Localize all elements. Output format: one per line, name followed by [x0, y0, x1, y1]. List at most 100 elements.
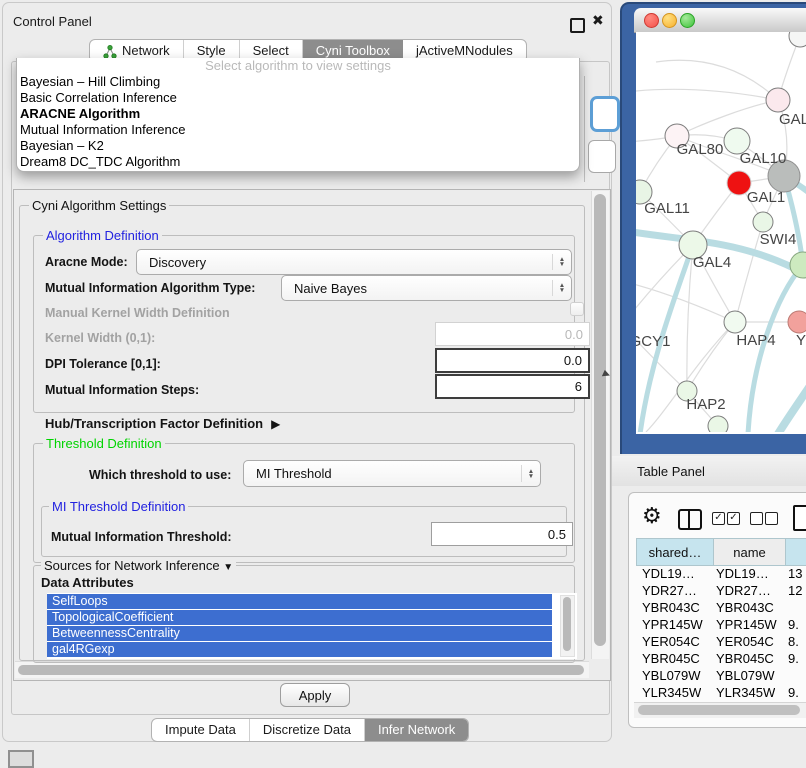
deselect-all-checkbox-icon[interactable] — [750, 512, 763, 525]
scrollbar-thumb[interactable] — [563, 597, 571, 651]
table-cell: YBL079W — [716, 667, 775, 684]
mi-type-combo[interactable]: Naive Bayes ▲▼ — [281, 275, 572, 301]
float-panel-icon[interactable] — [570, 18, 585, 33]
table-row[interactable]: YBR045CYBR045C9. — [636, 650, 806, 667]
minimize-traffic-light-icon[interactable] — [662, 13, 677, 28]
attribute-list-item[interactable]: BetweennessCentrality — [47, 626, 552, 642]
vertical-scrollbar[interactable] — [591, 191, 609, 659]
scrollbar-thumb[interactable] — [638, 705, 800, 715]
tab-impute-data[interactable]: Impute Data — [152, 719, 250, 741]
network-node[interactable] — [789, 32, 806, 47]
combo-arrows-icon: ▲▼ — [552, 280, 571, 297]
network-canvas[interactable]: GAL80GAL10GAL1GAL11SWI4GAL4GCY1HAP4HAP2G… — [636, 32, 806, 434]
zoom-traffic-light-icon[interactable] — [680, 13, 695, 28]
table-cell: YDL19… — [716, 565, 769, 582]
group-title: MI Threshold Definition — [49, 499, 188, 514]
table-row[interactable]: YBR043CYBR043C — [636, 599, 806, 616]
horizontal-scrollbar[interactable] — [15, 661, 589, 678]
table-row[interactable]: YER054CYER054C8. — [636, 633, 806, 650]
algorithm-option[interactable]: Mutual Information Inference — [17, 122, 579, 138]
which-threshold-combo[interactable]: MI Threshold ▲▼ — [243, 460, 541, 487]
attribute-list-item[interactable]: TopologicalCoefficient — [47, 610, 552, 626]
scrollbar-thumb[interactable] — [18, 665, 584, 675]
panel-title: Control Panel — [13, 14, 92, 29]
gear-icon[interactable]: ⚙ — [642, 503, 662, 529]
network-node[interactable] — [708, 416, 728, 432]
table-cell: YDL19… — [642, 565, 695, 582]
focused-combo-fragment[interactable] — [590, 96, 620, 132]
network-edge[interactable] — [656, 60, 778, 100]
tab-label: Infer Network — [378, 719, 455, 741]
network-node[interactable] — [724, 311, 746, 333]
dpi-tolerance-field[interactable]: 0.0 — [435, 348, 590, 373]
dropdown-prompt: Select algorithm to view settings — [17, 58, 579, 74]
table-row[interactable]: YDL19…YDL19…13 — [636, 565, 806, 582]
network-edge[interactable] — [772, 374, 806, 432]
tab-discretize-data[interactable]: Discretize Data — [250, 719, 365, 741]
algorithm-option[interactable]: Bayesian – Hill Climbing — [17, 74, 579, 90]
network-node-label: GAL1 — [747, 189, 785, 206]
group-title: Algorithm Definition — [43, 228, 162, 243]
network-edge[interactable] — [636, 89, 778, 100]
mi-type-label: Mutual Information Algorithm Type: — [45, 281, 255, 295]
close-traffic-light-icon[interactable] — [644, 13, 659, 28]
combo-arrows-icon: ▲▼ — [521, 465, 540, 483]
document-icon[interactable] — [793, 505, 806, 531]
kernel-width-field[interactable]: 0.0 — [435, 322, 590, 346]
network-node-label: GAL80 — [677, 141, 724, 158]
network-edge[interactable] — [687, 322, 735, 391]
algorithm-option[interactable]: Basic Correlation Inference — [17, 90, 579, 106]
mi-threshold-label: Mutual Information Threshold: — [51, 530, 232, 544]
network-node[interactable] — [788, 311, 806, 333]
network-window-titlebar[interactable] — [634, 8, 806, 33]
hub-definition-expander[interactable]: Hub/Transcription Factor Definition▶ — [45, 416, 280, 431]
network-edge[interactable] — [636, 282, 735, 322]
table-row[interactable]: YLR345WYLR345W9. — [636, 684, 806, 701]
column-header-cut[interactable] — [785, 538, 806, 566]
aracne-mode-combo[interactable]: Discovery ▲▼ — [136, 249, 572, 275]
table-row[interactable]: YBL079W YBL079W — [636, 667, 806, 684]
network-node[interactable] — [753, 212, 773, 232]
combo-fragment[interactable] — [588, 140, 616, 173]
network-node[interactable] — [766, 88, 790, 112]
scrollbar-thumb[interactable] — [594, 194, 606, 646]
network-node[interactable] — [790, 252, 806, 278]
network-tab-icon — [103, 44, 117, 58]
network-node-label: GAL — [779, 111, 806, 128]
table-cell: YLR345W — [716, 684, 775, 701]
table-horizontal-scrollbar[interactable] — [634, 702, 806, 718]
list-scrollbar[interactable] — [560, 595, 575, 657]
network-edge[interactable] — [677, 100, 778, 136]
mi-threshold-field[interactable]: 0.5 — [431, 522, 573, 546]
algorithm-option[interactable]: Dream8 DC_TDC Algorithm — [17, 154, 579, 170]
deselect-all-checkbox-icon[interactable] — [765, 512, 778, 525]
algorithm-option[interactable]: ARACNE Algorithm — [17, 106, 579, 122]
hub-definition-label: Hub/Transcription Factor Definition — [45, 416, 263, 431]
collapse-arrow-icon: ▼ — [223, 562, 233, 573]
data-attributes-list[interactable]: SelfLoopsTopologicalCoefficientBetweenne… — [47, 593, 577, 659]
column-header-name[interactable]: name — [713, 538, 786, 566]
tab-infer-network[interactable]: Infer Network — [365, 719, 468, 741]
network-node-label: HAP4 — [736, 332, 775, 349]
table-cell: YBL079W — [642, 667, 701, 684]
minimized-panel-icon[interactable] — [8, 750, 34, 768]
select-all-checkbox-icon[interactable]: ✓ — [712, 512, 725, 525]
table-cell: YBR045C — [716, 650, 774, 667]
close-icon[interactable]: ✖ — [592, 12, 604, 29]
table-row[interactable]: YDR27…YDR27…12 — [636, 582, 806, 599]
algorithm-option[interactable]: Bayesian – K2 — [17, 138, 579, 154]
table-cell: YER054C — [716, 633, 774, 650]
manual-kernel-checkbox[interactable] — [570, 302, 584, 316]
network-edge[interactable] — [636, 245, 693, 325]
table-row[interactable]: YPR145WYPR145W9. — [636, 616, 806, 633]
sources-expander[interactable]: Sources for Network Inference ▼ — [41, 558, 236, 573]
mi-steps-field[interactable]: 6 — [435, 374, 590, 399]
column-header-shared-name[interactable]: shared… — [636, 538, 714, 566]
select-all-checkbox-icon[interactable]: ✓ — [727, 512, 740, 525]
columns-icon[interactable] — [678, 509, 702, 530]
attribute-list-item[interactable]: SelfLoops — [47, 594, 552, 610]
network-node-label: GCY1 — [636, 333, 670, 350]
attribute-list-item[interactable]: gal4RGexp — [47, 642, 552, 658]
apply-button[interactable]: Apply — [280, 683, 350, 707]
network-node-label: GAL4 — [693, 254, 731, 271]
